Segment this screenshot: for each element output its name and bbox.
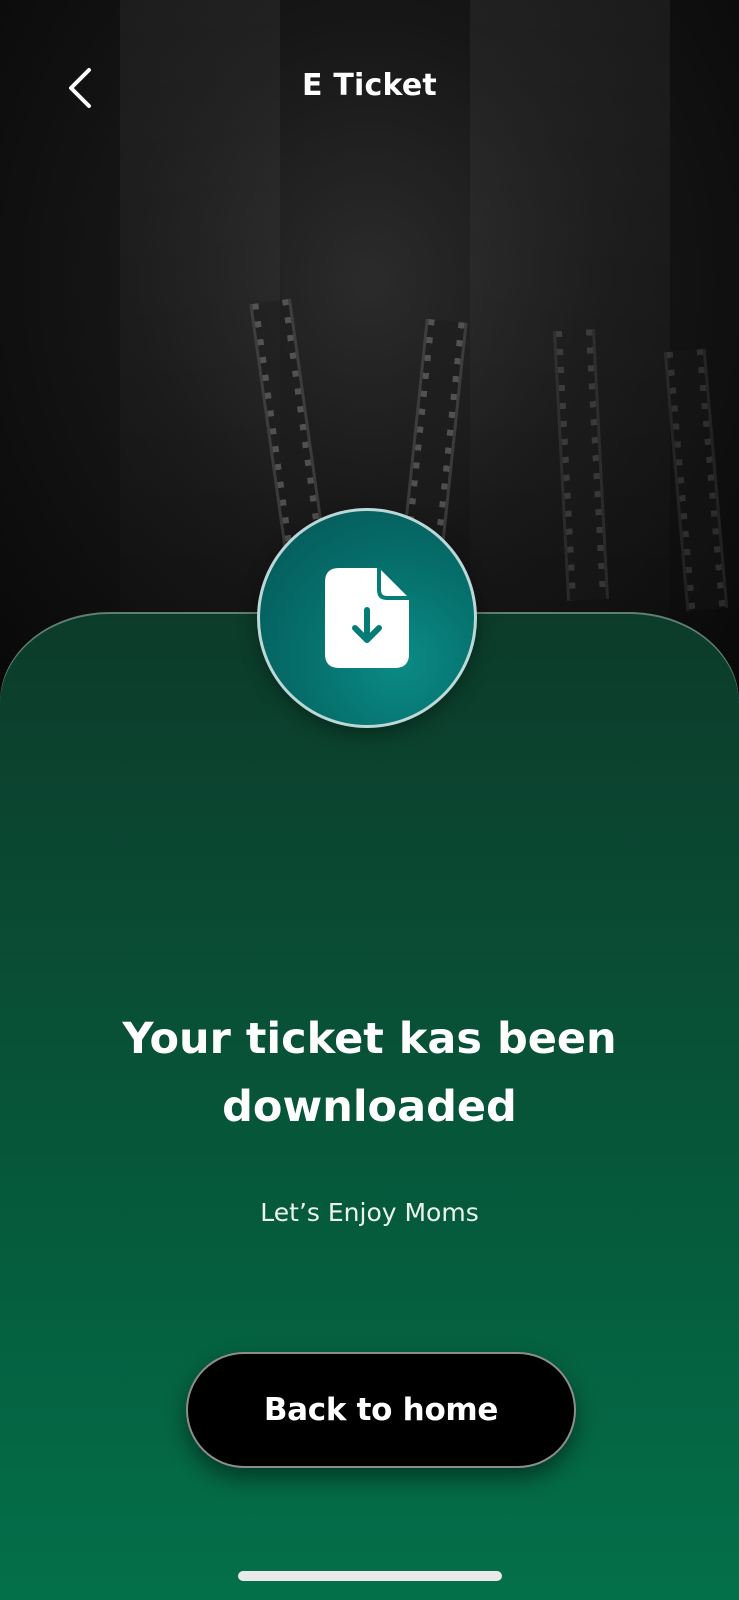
file-download-icon xyxy=(325,568,409,668)
back-to-home-label: Back to home xyxy=(263,1392,499,1428)
top-app-bar: E Ticket xyxy=(0,52,739,124)
success-subtext: Let’s Enjoy Moms xyxy=(260,1198,479,1227)
film-strip-decoration xyxy=(663,348,729,612)
download-success-badge xyxy=(257,508,477,728)
page-title: E Ticket xyxy=(302,68,437,103)
home-indicator-bar[interactable] xyxy=(238,1571,502,1581)
back-to-home-button[interactable]: Back to home xyxy=(186,1352,576,1468)
success-headline: Your ticket kas been downloaded xyxy=(122,1014,617,1132)
